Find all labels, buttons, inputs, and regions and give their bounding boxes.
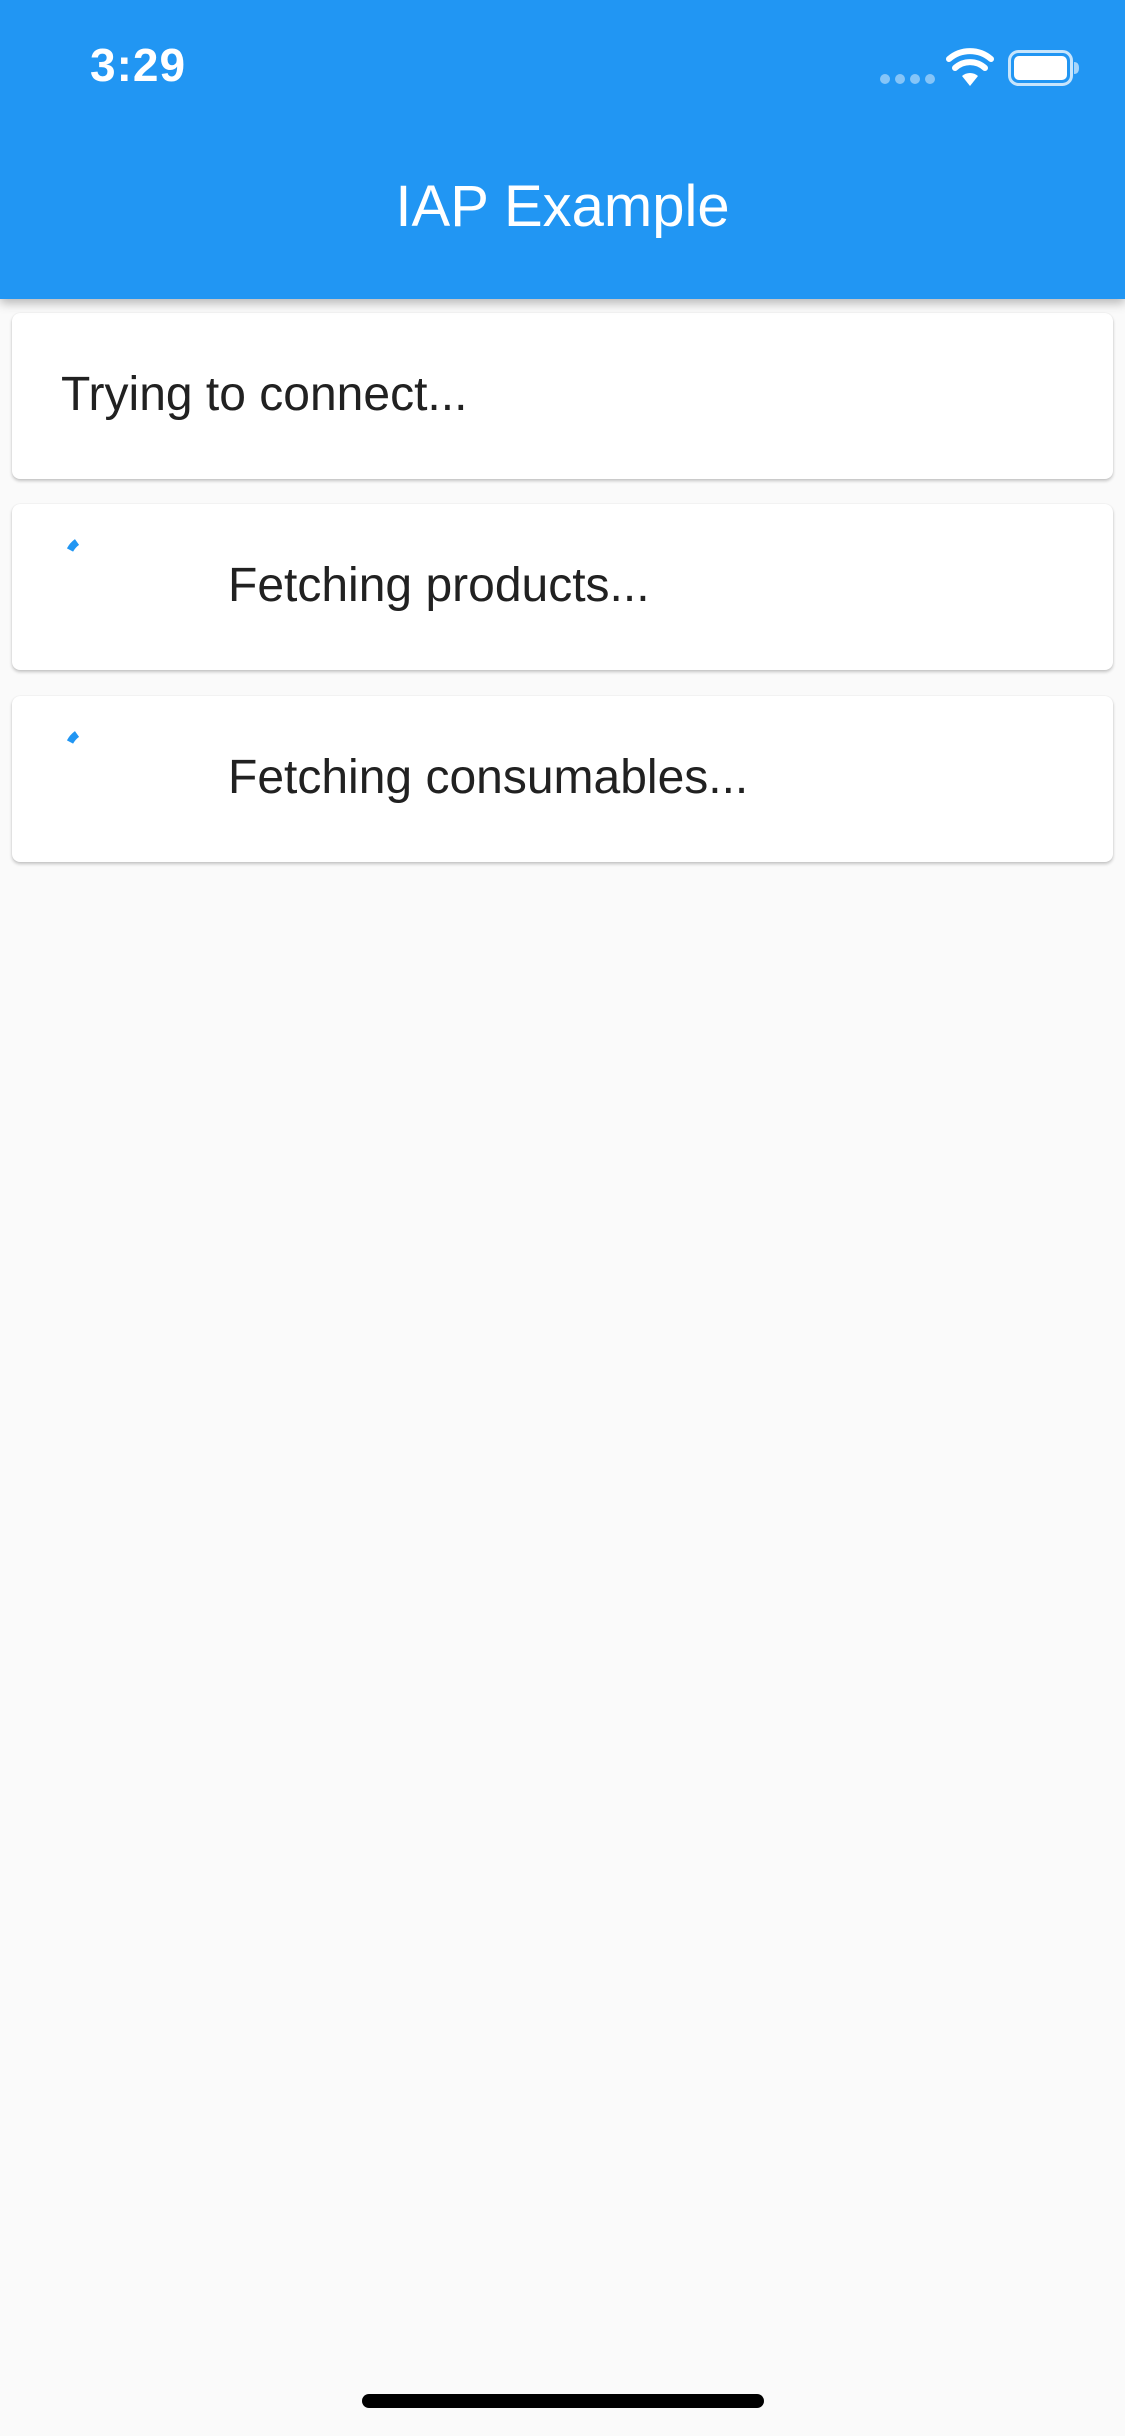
cellular-signal-icon xyxy=(880,74,936,86)
page-title: IAP Example xyxy=(395,174,730,239)
consumables-status-text: Fetching consumables... xyxy=(228,751,749,804)
products-status-text: Fetching products... xyxy=(228,559,650,612)
wifi-icon xyxy=(946,48,994,86)
status-time: 3:29 xyxy=(90,39,187,91)
loading-spinner-icon xyxy=(66,539,80,552)
connection-status-card: Trying to connect... xyxy=(12,313,1113,479)
consumables-status-card: Fetching consumables... xyxy=(12,696,1113,862)
products-status-card: Fetching products... xyxy=(12,504,1113,670)
battery-icon xyxy=(1008,50,1079,86)
app-bar: 3:29 IAP Example xyxy=(0,0,1125,299)
loading-spinner-icon xyxy=(66,731,80,744)
app-screen: 3:29 IAP Example Trying to connect... Fe… xyxy=(0,0,1125,2436)
home-indicator[interactable] xyxy=(362,2394,764,2408)
connection-status-text: Trying to connect... xyxy=(61,368,468,421)
